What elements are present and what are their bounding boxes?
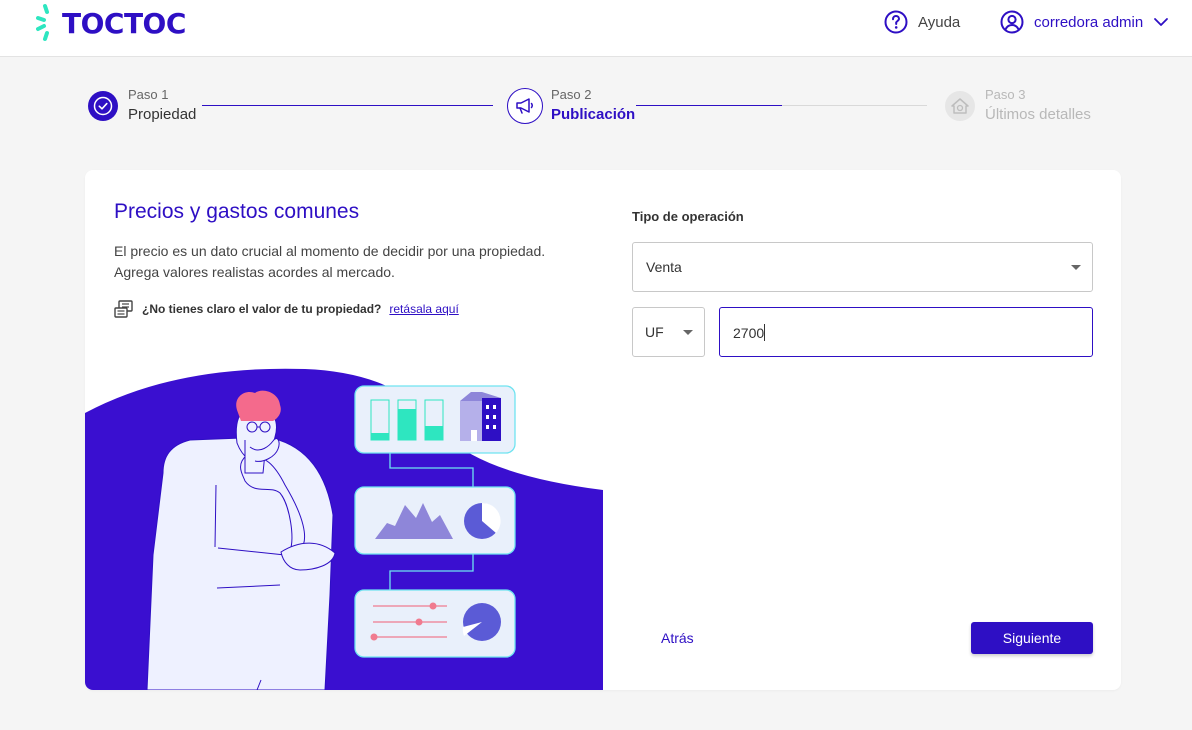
- operation-type-select[interactable]: Venta: [632, 242, 1093, 292]
- logo-text: TOCTOC: [62, 6, 186, 40]
- toctoc-logo[interactable]: TOCTOC: [36, 2, 186, 44]
- calculator-money-icon: [114, 300, 133, 318]
- step-1-name: Propiedad: [128, 106, 197, 123]
- step-1-number: Paso 1: [128, 87, 169, 102]
- step-1[interactable]: Paso 1 Propiedad: [88, 86, 196, 126]
- step-2-name: Publicación: [551, 106, 636, 123]
- help-label: Ayuda: [918, 13, 961, 31]
- caret-down-icon: [1071, 265, 1081, 270]
- operation-type-label: Tipo de operación: [632, 209, 744, 224]
- step-3-number: Paso 3: [985, 87, 1026, 102]
- next-button[interactable]: Siguiente: [971, 622, 1093, 654]
- check-circle-icon: [88, 91, 118, 121]
- hint-question: ¿No tienes claro el valor de tu propieda…: [142, 302, 382, 316]
- help-link[interactable]: Ayuda: [884, 10, 960, 34]
- step-connector-1-fill: [202, 105, 493, 106]
- chevron-down-icon: [1154, 18, 1169, 26]
- description-line-1: El precio es un dato crucial al momento …: [114, 243, 546, 259]
- house-icon: [945, 91, 975, 121]
- retasala-link[interactable]: retásala aquí: [389, 302, 458, 316]
- step-connector-2: [636, 105, 927, 106]
- step-connector-1: [202, 105, 493, 106]
- logo-sparkle-icon: [36, 4, 49, 41]
- area-chart-card: [354, 486, 516, 555]
- step-2[interactable]: Paso 2 Publicación: [507, 86, 635, 126]
- operation-type-value: Venta: [646, 259, 682, 275]
- price-input[interactable]: 2700: [719, 307, 1093, 357]
- text-cursor: [764, 324, 766, 341]
- megaphone-icon: [507, 88, 543, 124]
- section-description: El precio es un dato crucial al momento …: [114, 241, 594, 283]
- description-line-2: Agrega valores realistas acordes al merc…: [114, 264, 395, 280]
- pricing-illustration: [85, 368, 603, 690]
- step-3[interactable]: Paso 3 Últimos detalles: [945, 86, 1091, 126]
- price-input-value: 2700: [733, 324, 766, 341]
- step-3-name: Últimos detalles: [985, 106, 1091, 123]
- step-connector-2-fill: [636, 105, 782, 106]
- currency-select[interactable]: UF: [632, 307, 705, 357]
- question-circle-icon: [884, 10, 908, 34]
- step-2-number: Paso 2: [551, 87, 592, 102]
- top-bar: TOCTOC Ayuda corredora admin: [0, 0, 1192, 57]
- user-avatar-icon: [1000, 10, 1024, 34]
- currency-value: UF: [645, 324, 664, 340]
- user-menu[interactable]: corredora admin: [1000, 10, 1169, 34]
- main-card: Precios y gastos comunes El precio es un…: [85, 170, 1121, 690]
- back-button[interactable]: Atrás: [661, 630, 694, 646]
- valuation-hint: ¿No tienes claro el valor de tu propieda…: [114, 300, 459, 318]
- caret-down-icon: [683, 330, 693, 335]
- sliders-card: [354, 589, 516, 658]
- bar-chart-card: [354, 385, 516, 454]
- progress-stepper: Paso 1 Propiedad Paso 2 Publicación Paso…: [88, 86, 1108, 130]
- section-title: Precios y gastos comunes: [114, 200, 360, 223]
- user-name: corredora admin: [1034, 13, 1144, 31]
